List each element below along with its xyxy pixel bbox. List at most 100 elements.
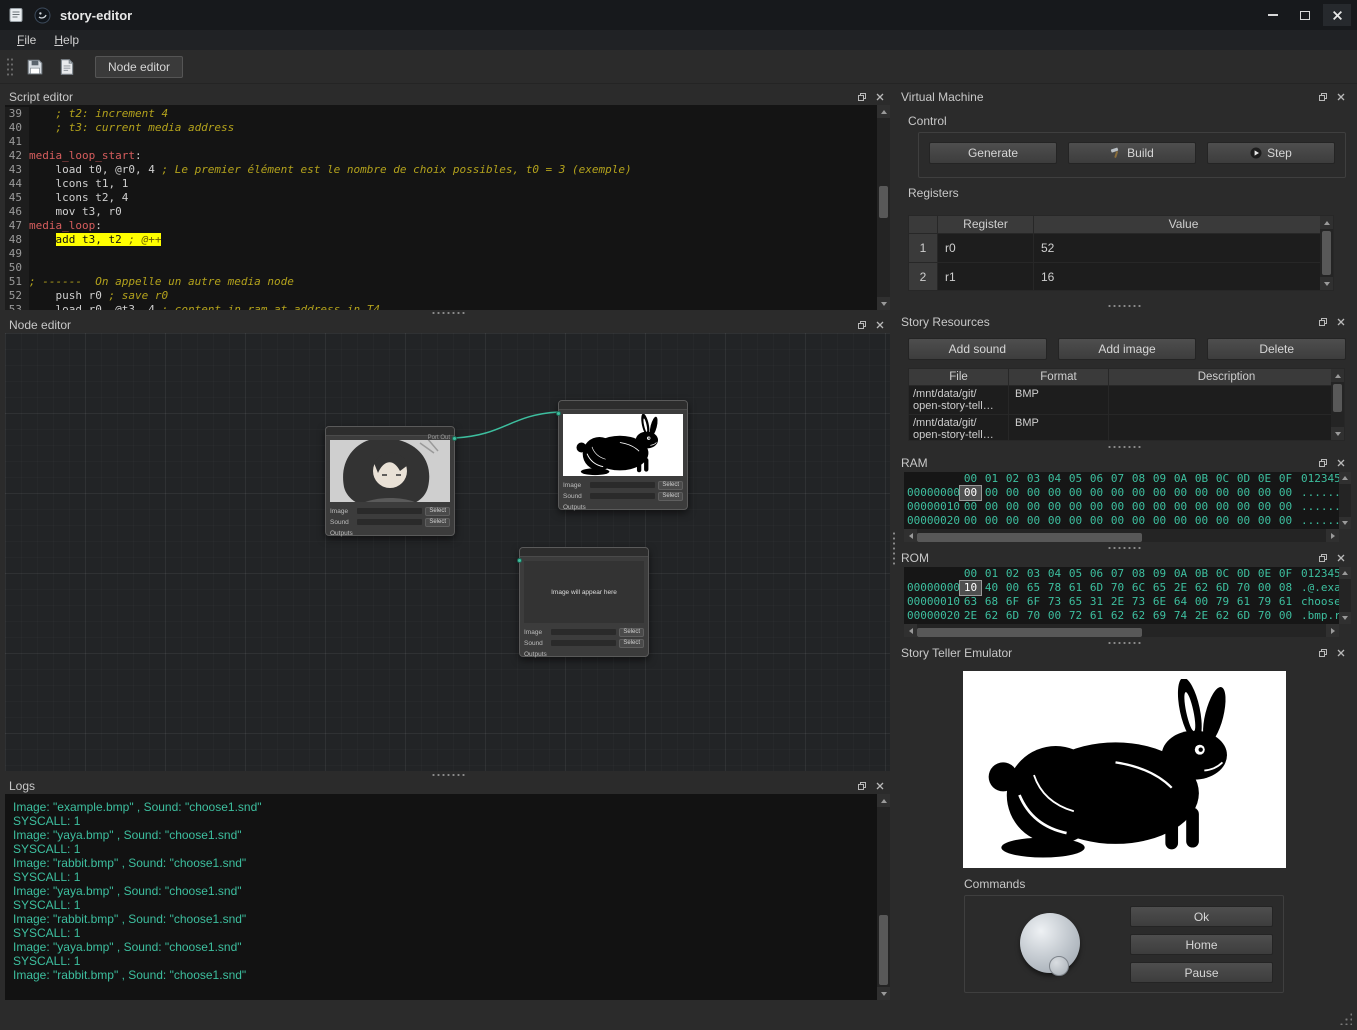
node-editor-toggle-button[interactable]: Node editor (95, 56, 183, 78)
float-icon[interactable] (1315, 551, 1330, 564)
media-node-1[interactable]: Port Out Image Select Sound Select (325, 426, 455, 536)
hex-byte-cell[interactable]: 62 (981, 609, 1002, 623)
hex-byte-cell[interactable]: 00 (1002, 500, 1023, 514)
hex-byte-cell[interactable]: 00 (1128, 486, 1149, 500)
hex-byte-cell[interactable]: 65 (1149, 581, 1170, 595)
code-lines[interactable]: 39 ; t2: increment 440 ; t3: current med… (5, 107, 877, 310)
hex-byte-cell[interactable]: 00 (1170, 514, 1191, 528)
hex-byte-cell[interactable]: 61 (1275, 595, 1296, 609)
hex-byte-cell[interactable]: 62 (1212, 609, 1233, 623)
hex-byte-cell[interactable]: 00 (1212, 500, 1233, 514)
hex-byte-cell[interactable]: 00 (1002, 486, 1023, 500)
rom-hex[interactable]: 000102030405060708090A0B0C0D0E0F01234567… (904, 567, 1339, 624)
close-icon[interactable] (1333, 551, 1348, 564)
hex-byte-cell[interactable]: 2E (1107, 595, 1128, 609)
close-icon[interactable] (1333, 456, 1348, 469)
ok-button[interactable]: Ok (1130, 906, 1273, 927)
register-row[interactable]: 2r116 (909, 262, 1333, 291)
hex-byte-cell[interactable]: 00 (1128, 500, 1149, 514)
scrollbar-thumb[interactable] (1333, 384, 1342, 412)
scroll-up-button[interactable] (877, 105, 890, 118)
ram-horizontal-scrollbar[interactable] (904, 529, 1339, 542)
hex-byte-cell[interactable]: 6F (1023, 595, 1044, 609)
register-row[interactable]: 1r052 (909, 233, 1333, 262)
scroll-up-button[interactable] (1339, 472, 1351, 484)
hex-byte-cell[interactable]: 00 (1170, 500, 1191, 514)
hex-byte-cell[interactable]: 00 (1275, 609, 1296, 623)
hex-byte-cell[interactable]: 62 (1128, 609, 1149, 623)
hex-byte-cell[interactable]: 2E (960, 609, 981, 623)
float-icon[interactable] (854, 90, 869, 103)
save-button[interactable] (21, 54, 49, 80)
generate-button[interactable]: Generate (929, 142, 1057, 164)
add-sound-button[interactable]: Add sound (908, 338, 1047, 360)
window-resize-grip[interactable] (1339, 1012, 1352, 1025)
ram-hex[interactable]: 000102030405060708090A0B0C0D0E0F01234567… (904, 472, 1339, 529)
hex-byte-cell[interactable]: 00 (1044, 486, 1065, 500)
hex-byte-cell[interactable]: 61 (1065, 581, 1086, 595)
hex-byte-cell[interactable]: 00 (960, 514, 981, 528)
hex-byte-cell[interactable]: 62 (1107, 609, 1128, 623)
command-knob-small[interactable] (1049, 956, 1069, 976)
hex-byte-cell[interactable]: 62 (1191, 581, 1212, 595)
hex-byte-cell[interactable]: 79 (1254, 595, 1275, 609)
scroll-up-button[interactable] (1339, 567, 1351, 579)
close-icon[interactable] (1333, 646, 1348, 659)
registers-table[interactable]: Register Value 1r0522r116 (908, 215, 1334, 291)
select-button[interactable]: Select (425, 507, 450, 516)
hex-byte-cell[interactable]: 00 (1149, 514, 1170, 528)
hex-byte-cell[interactable]: 6F (1002, 595, 1023, 609)
close-button[interactable] (1323, 4, 1351, 26)
hex-byte-cell[interactable]: 6D (1233, 609, 1254, 623)
scroll-up-button[interactable] (1331, 369, 1344, 382)
hex-byte-cell[interactable]: 00 (1254, 486, 1275, 500)
hex-byte-cell[interactable]: 00 (1275, 486, 1296, 500)
scroll-down-button[interactable] (1339, 517, 1351, 529)
script-editor-scrollbar[interactable] (877, 105, 890, 310)
hex-byte-cell[interactable]: 00 (1086, 514, 1107, 528)
hex-byte-cell[interactable]: 61 (1086, 609, 1107, 623)
script-editor[interactable]: 39 ; t2: increment 440 ; t3: current med… (5, 105, 890, 310)
add-image-button[interactable]: Add image (1058, 338, 1197, 360)
float-icon[interactable] (1315, 456, 1330, 469)
scroll-right-button[interactable] (1326, 529, 1339, 542)
hex-byte-cell[interactable]: 6D (1212, 581, 1233, 595)
node-canvas[interactable]: Port Out Image Select Sound Select (5, 333, 890, 771)
scrollbar-thumb[interactable] (1322, 231, 1331, 275)
hex-byte-cell[interactable]: 00 (1191, 595, 1212, 609)
splitter-columns[interactable] (890, 88, 897, 1008)
hex-byte-cell[interactable]: 00 (1149, 486, 1170, 500)
close-icon[interactable] (872, 90, 887, 103)
menu-help[interactable]: Help (45, 31, 88, 49)
hex-byte-cell[interactable]: 00 (1107, 486, 1128, 500)
hex-byte-cell[interactable]: 10 (960, 581, 981, 595)
hex-byte-cell[interactable]: 00 (1191, 500, 1212, 514)
hex-byte-cell[interactable]: 70 (1107, 581, 1128, 595)
hex-byte-cell[interactable]: 00 (960, 486, 981, 500)
hex-byte-cell[interactable]: 65 (1065, 595, 1086, 609)
output-port-dot[interactable] (452, 436, 457, 441)
delete-button[interactable]: Delete (1207, 338, 1346, 360)
hex-byte-cell[interactable]: 00 (1254, 500, 1275, 514)
node-titlebar[interactable] (559, 401, 687, 410)
close-icon[interactable] (872, 318, 887, 331)
splitter-vm-resources[interactable] (897, 302, 1351, 309)
hex-byte-cell[interactable]: 00 (1002, 514, 1023, 528)
hex-byte-cell[interactable]: 00 (1065, 514, 1086, 528)
scroll-left-button[interactable] (904, 624, 917, 637)
hex-byte-cell[interactable]: 00 (1002, 581, 1023, 595)
export-script-button[interactable] (53, 54, 81, 80)
hex-byte-cell[interactable]: 00 (1065, 500, 1086, 514)
hex-byte-cell[interactable]: 73 (1128, 595, 1149, 609)
rom-horizontal-scrollbar[interactable] (904, 624, 1339, 637)
resources-scrollbar[interactable] (1331, 369, 1344, 440)
hex-byte-cell[interactable]: 61 (1233, 595, 1254, 609)
float-icon[interactable] (854, 779, 869, 792)
hex-byte-cell[interactable]: 00 (1275, 500, 1296, 514)
hex-byte-cell[interactable]: 00 (1212, 486, 1233, 500)
media-node-2[interactable]: Image Select Sound Select Outputs (558, 400, 688, 510)
rom-vertical-scrollbar[interactable] (1339, 567, 1351, 624)
scrollbar-thumb[interactable] (917, 533, 1142, 542)
hex-byte-cell[interactable]: 00 (1254, 581, 1275, 595)
scroll-right-button[interactable] (1326, 624, 1339, 637)
